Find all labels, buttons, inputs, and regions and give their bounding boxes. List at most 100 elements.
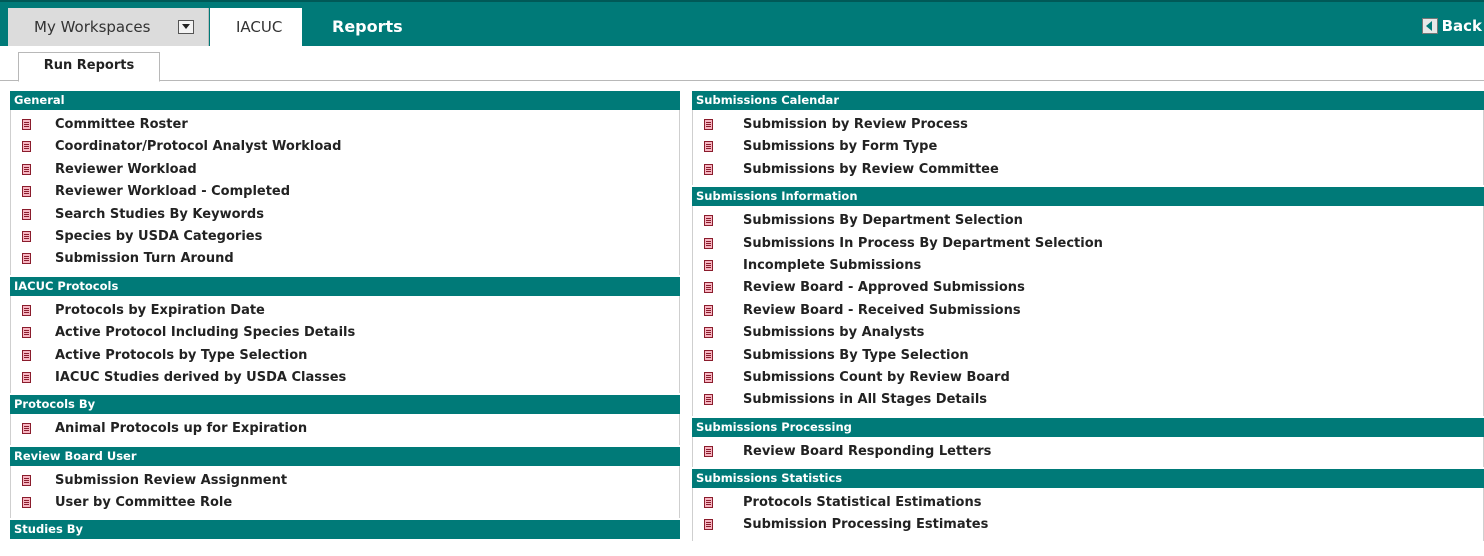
back-arrow-icon[interactable] bbox=[1421, 18, 1438, 34]
report-link-row[interactable]: Protocols Statistical Estimations bbox=[693, 492, 1483, 514]
report-link-row[interactable]: Review Board Responding Letters bbox=[693, 441, 1483, 463]
tab-iacuc-label[interactable]: IACUC bbox=[236, 18, 282, 36]
document-icon bbox=[22, 186, 31, 198]
document-icon bbox=[704, 119, 713, 130]
report-link[interactable]: Submissions In Process By Department Sel… bbox=[743, 233, 1103, 255]
report-link-row[interactable]: Submissions By Department Selection bbox=[693, 210, 1483, 232]
section-header: General bbox=[10, 91, 680, 110]
report-link-row[interactable]: Search Studies By Keywords bbox=[11, 204, 679, 226]
section-report-list: Submission Review Assignment User by Comm… bbox=[10, 465, 680, 519]
report-link-row[interactable]: Committee Roster bbox=[11, 114, 679, 136]
my-workspaces-tab[interactable]: My Workspaces bbox=[8, 8, 209, 46]
document-icon bbox=[704, 327, 713, 339]
document-icon bbox=[22, 327, 31, 339]
report-link[interactable]: Active Protocol Including Species Detail… bbox=[55, 322, 355, 344]
document-icon bbox=[22, 208, 31, 220]
document-icon bbox=[22, 371, 31, 383]
section-header: Review Board User bbox=[10, 446, 680, 466]
report-link[interactable]: Protocols Statistical Estimations bbox=[743, 492, 981, 514]
report-link-row[interactable]: Submissions by Form Type bbox=[693, 136, 1483, 158]
report-link[interactable]: Submission Processing Estimates bbox=[743, 514, 988, 536]
document-icon bbox=[22, 253, 31, 265]
report-link[interactable]: Submissions by Review Committee bbox=[743, 159, 999, 181]
report-link-row[interactable]: Submissions Count by Review Board bbox=[693, 367, 1483, 389]
report-link[interactable]: Submission by Review Process bbox=[743, 114, 968, 136]
report-link[interactable]: Submissions By Department Selection bbox=[743, 210, 1023, 232]
report-link-row[interactable]: Active Protocols by Type Selection bbox=[11, 345, 679, 367]
report-link-row[interactable]: Animal Protocols up for Expiration bbox=[11, 418, 679, 440]
report-link-row[interactable]: Submissions By Type Selection bbox=[693, 345, 1483, 367]
back-button[interactable]: Back bbox=[1421, 16, 1482, 36]
document-icon bbox=[704, 349, 713, 361]
report-link[interactable]: Submissions By Type Selection bbox=[743, 345, 969, 367]
tab-run-reports-label[interactable]: Run Reports bbox=[19, 53, 159, 79]
report-link[interactable]: Committee Roster bbox=[55, 114, 188, 136]
report-link-row[interactable]: Species by USDA Categories bbox=[11, 226, 679, 248]
document-icon bbox=[704, 237, 713, 249]
report-link-row[interactable]: Review Board - Approved Submissions bbox=[693, 277, 1483, 299]
report-link[interactable]: Review Board - Approved Submissions bbox=[743, 277, 1025, 299]
top-border bbox=[0, 0, 1484, 2]
report-link[interactable]: Submissions by Form Type bbox=[743, 136, 937, 158]
section-report-list: Submission by Review Process Submissions … bbox=[692, 110, 1484, 186]
section-header: IACUC Protocols bbox=[10, 276, 680, 296]
report-link-row[interactable]: Protocols by Expiration Date bbox=[11, 300, 679, 322]
report-link-row[interactable]: Submission Turn Around bbox=[11, 248, 679, 270]
document-icon bbox=[704, 519, 713, 531]
report-link-row[interactable]: User by Committee Role bbox=[11, 492, 679, 514]
report-link-row[interactable]: Reviewer Workload - Completed bbox=[11, 181, 679, 203]
report-link[interactable]: Submissions Count by Review Board bbox=[743, 367, 1010, 389]
section-protocols-by: Protocols By Animal Protocols up for Expi… bbox=[10, 395, 680, 445]
report-link[interactable]: Search Studies By Keywords bbox=[55, 204, 264, 226]
document-icon bbox=[22, 163, 31, 175]
report-link-row[interactable]: Reviewer Workload bbox=[11, 159, 679, 181]
document-icon bbox=[22, 304, 31, 316]
document-icon bbox=[22, 119, 31, 130]
report-link-row[interactable]: Incomplete Submissions bbox=[693, 255, 1483, 277]
report-link[interactable]: User by Committee Role bbox=[55, 492, 232, 514]
section-submissions-calendar: Submissions Calendar Submission by Review… bbox=[692, 91, 1484, 186]
report-link[interactable]: Animal Protocols up for Expiration bbox=[55, 418, 307, 440]
report-link[interactable]: Review Board - Received Submissions bbox=[743, 300, 1021, 322]
top-navigation-bar: My Workspaces IACUC Reports Back bbox=[0, 0, 1484, 46]
report-link[interactable]: Submissions in All Stages Details bbox=[743, 389, 987, 411]
report-link-row[interactable]: Coordinator/Protocol Analyst Workload bbox=[11, 136, 679, 158]
section-header: Submissions Calendar bbox=[692, 91, 1484, 110]
report-link[interactable]: Protocols by Expiration Date bbox=[55, 300, 265, 322]
report-link-row[interactable]: Submissions by Review Committee bbox=[693, 159, 1483, 181]
report-link[interactable]: Species by USDA Categories bbox=[55, 226, 262, 248]
report-link[interactable]: Incomplete Submissions bbox=[743, 255, 921, 277]
tab-run-reports[interactable]: Run Reports bbox=[18, 52, 160, 82]
tab-iacuc[interactable]: IACUC bbox=[210, 8, 302, 46]
back-label[interactable]: Back bbox=[1442, 17, 1482, 35]
my-workspaces-label[interactable]: My Workspaces bbox=[34, 18, 150, 36]
report-link[interactable]: Submission Turn Around bbox=[55, 248, 234, 270]
report-link-row[interactable]: Submission Processing Estimates bbox=[693, 514, 1483, 536]
report-link-row[interactable]: Submission Review Assignment bbox=[11, 470, 679, 492]
section-review-board-user: Review Board User Submission Review Assig… bbox=[10, 446, 680, 519]
section-header: Submissions Statistics bbox=[692, 469, 1484, 489]
report-link-row[interactable]: Submissions In Process By Department Sel… bbox=[693, 233, 1483, 255]
section-studies-by: Studies By bbox=[10, 520, 680, 540]
report-link-row[interactable]: Submissions in All Stages Details bbox=[693, 389, 1483, 411]
report-link-row[interactable]: Submissions by Analysts bbox=[693, 322, 1483, 344]
section-header: Submissions Information bbox=[692, 187, 1484, 207]
report-link[interactable]: Review Board Responding Letters bbox=[743, 441, 991, 463]
document-icon bbox=[704, 394, 713, 406]
report-link[interactable]: Reviewer Workload bbox=[55, 159, 197, 181]
report-link-row[interactable]: IACUC Studies derived by USDA Classes bbox=[11, 367, 679, 389]
chevron-down-icon[interactable] bbox=[178, 20, 194, 34]
section-iacuc-protocols: IACUC Protocols Protocols by Expiration D… bbox=[10, 276, 680, 394]
report-link-row[interactable]: Submission by Review Process bbox=[693, 114, 1483, 136]
report-link-row[interactable]: Active Protocol Including Species Detail… bbox=[11, 322, 679, 344]
report-link[interactable]: Submissions by Analysts bbox=[743, 322, 924, 344]
tab-reports[interactable]: Reports bbox=[332, 17, 403, 36]
document-icon bbox=[704, 259, 713, 271]
report-link[interactable]: Submission Review Assignment bbox=[55, 470, 287, 492]
report-link-row[interactable]: Review Board - Received Submissions bbox=[693, 300, 1483, 322]
report-link[interactable]: Coordinator/Protocol Analyst Workload bbox=[55, 136, 341, 158]
report-link[interactable]: Reviewer Workload - Completed bbox=[55, 181, 290, 203]
report-link[interactable]: IACUC Studies derived by USDA Classes bbox=[55, 367, 346, 389]
document-icon bbox=[704, 497, 713, 509]
report-link[interactable]: Active Protocols by Type Selection bbox=[55, 345, 307, 367]
